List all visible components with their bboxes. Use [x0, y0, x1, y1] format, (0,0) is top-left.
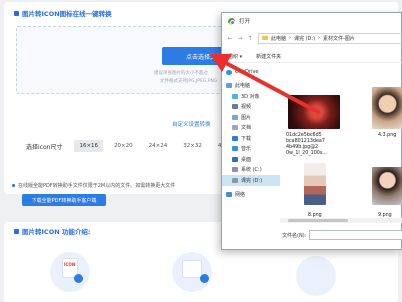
document-icon [232, 125, 238, 131]
file-list: 01dc2e5bc6d5 bca801213dea7 4b49b.jpg@2 0… [282, 67, 402, 227]
file-thumbnail[interactable] [288, 95, 340, 129]
feature-illustration-icon: ICON [50, 252, 90, 292]
address-bar[interactable]: 此电脑 › 课完 (D:) › 素材文件-图片 [258, 32, 402, 44]
convert-badge-2-icon [200, 274, 209, 283]
filename-row: 文件名(N): [282, 229, 402, 241]
file-thumbnail[interactable] [372, 167, 402, 205]
breadcrumb-separator: › [318, 35, 321, 41]
nav-label: 3D 对象 [241, 93, 260, 100]
breadcrumb-separator: › [289, 35, 292, 41]
breadcrumb-this-pc[interactable]: 此电脑 [271, 35, 286, 42]
nav-item-desktop[interactable]: 桌面 [222, 154, 280, 165]
navigation-pane: OneDrive 此电脑 3D 对象 视频 图片 文档 下载 音乐 桌面 系统 … [222, 67, 280, 217]
nav-label: 音乐 [241, 146, 252, 153]
feature-illustration-2-icon [172, 252, 212, 292]
nav-label: 网络 [235, 192, 246, 199]
feature-illustration-3-icon [296, 256, 336, 296]
file-thumbnail[interactable] [304, 163, 326, 205]
file-thumbnail[interactable] [372, 87, 402, 129]
filename-label: 文件名(N): [282, 232, 307, 239]
filename-input[interactable] [309, 230, 402, 240]
icon-size-row: 选择icon尺寸 16×16 20×20 24×24 32×32 48×48 [26, 139, 242, 153]
video-icon [232, 104, 238, 110]
nav-item-videos[interactable]: 视频 [222, 102, 280, 113]
bullet-icon [12, 184, 15, 187]
address-row: ← → ↑ 此电脑 › 课完 (D:) › 素材文件-图片 [222, 31, 402, 45]
file-name-line[interactable]: 0w_1l_20_100s... [286, 151, 327, 157]
icon-label: ICON [64, 262, 76, 267]
scrollbar-thumb[interactable] [288, 219, 348, 222]
custom-settings-link[interactable]: 自定义设置转换 [172, 120, 211, 128]
nav-item-this-pc[interactable]: 此电脑 [222, 81, 280, 92]
notice-text-content: 在线版全能PDF转换助手文件仅限于2M以内的文件。如需转换更大文件 [18, 183, 176, 189]
music-icon [232, 146, 238, 152]
dialog-title: 打开 [239, 19, 251, 25]
icon-size-label: 选择icon尺寸 [26, 143, 63, 151]
size-option-24[interactable]: 24×24 [144, 140, 173, 152]
nav-label: 下载 [241, 135, 252, 142]
back-arrow-icon[interactable]: ← [226, 35, 234, 42]
section-title-features: 图片转ICON 功能介绍: [14, 226, 91, 236]
folder-icon [262, 36, 268, 40]
nav-item-drive-c[interactable]: 系统 (C:) [222, 165, 280, 176]
network-icon [226, 192, 232, 198]
cube-icon [232, 93, 238, 99]
cloud-icon [226, 69, 232, 75]
section-title-text: 图片转ICON图标在线一键转换 [22, 10, 112, 18]
upload-hint-size: 建议单张图片的大小不超过 [154, 71, 208, 76]
section-marker-icon [14, 10, 19, 16]
image-card-icon [182, 260, 202, 278]
new-folder-button[interactable]: 新建文件夹 [256, 53, 281, 60]
nav-label: 图片 [241, 114, 252, 121]
download-icon [232, 135, 238, 141]
nav-label: 课完 (D:) [241, 177, 263, 184]
size-option-16[interactable]: 16×16 [74, 140, 104, 152]
nav-label: 此电脑 [235, 83, 251, 90]
drive-icon [232, 177, 238, 183]
nav-label: OneDrive [235, 69, 259, 76]
size-option-20[interactable]: 20×20 [109, 140, 138, 152]
nav-label: 文档 [241, 125, 252, 132]
section-title-convert: 图片转ICON图标在线一键转换 [14, 8, 112, 18]
organize-menu[interactable]: 组织 ▾ [228, 53, 242, 60]
picture-icon [232, 114, 238, 120]
nav-item-downloads[interactable]: 下载 [222, 133, 280, 144]
chrome-icon [228, 17, 235, 25]
breadcrumb-drive-d[interactable]: 课完 (D:) [294, 35, 315, 42]
convert-badge-icon [74, 274, 83, 283]
dialog-toolbar: 组织 ▾ 新建文件夹 [222, 51, 402, 63]
up-arrow-icon[interactable]: ↑ [246, 35, 254, 42]
upload-hint-format: 文件格式支持JPG,JPEG,PNG [160, 79, 218, 84]
nav-label: 系统 (C:) [241, 167, 262, 174]
nav-item-pictures[interactable]: 图片 [222, 112, 280, 123]
nav-item-drive-d[interactable]: 课完 (D:) [222, 175, 280, 186]
drive-icon [232, 167, 238, 173]
file-name-line[interactable]: 4.3.png [378, 133, 396, 139]
nav-label: 视频 [241, 104, 252, 111]
section-marker-icon [14, 228, 19, 234]
forward-arrow-icon[interactable]: → [236, 35, 244, 42]
download-client-button[interactable]: 下载全能PDF转换助手客户端 [22, 194, 106, 206]
nav-label: 桌面 [241, 156, 252, 163]
breadcrumb-folder[interactable]: 素材文件-图片 [323, 35, 355, 42]
dialog-titlebar: 打开 [222, 13, 401, 29]
nav-item-onedrive[interactable]: OneDrive [222, 67, 280, 78]
nav-item-documents[interactable]: 文档 [222, 123, 280, 134]
section-title-features-text: 图片转ICON 功能介绍: [22, 228, 91, 236]
notice-text: 在线版全能PDF转换助手文件仅限于2M以内的文件。如需转换更大文件 [12, 182, 175, 189]
nav-item-network[interactable]: 网络 [222, 190, 280, 201]
size-option-32[interactable]: 32×32 [178, 140, 207, 152]
screenshot-stage: 图片转ICON图标在线一键转换 点击选择文件 建议单张图片的大小不超过 文件格式… [0, 0, 402, 302]
nav-item-3d[interactable]: 3D 对象 [222, 91, 280, 102]
open-file-dialog: 打开 ← → ↑ 此电脑 › 课完 (D:) › 素材文件-图片 组织 ▾ 新建… [221, 12, 402, 250]
computer-icon [226, 83, 232, 89]
nav-item-music[interactable]: 音乐 [222, 144, 280, 155]
desktop-icon [232, 156, 238, 162]
